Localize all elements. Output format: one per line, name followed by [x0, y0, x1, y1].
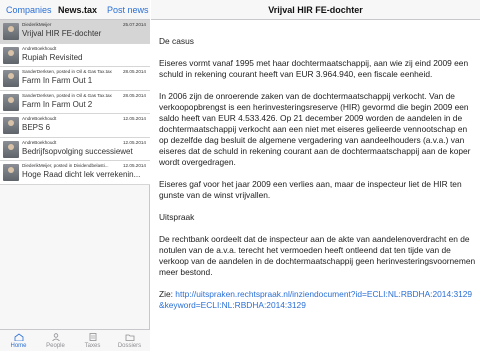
home-icon [14, 333, 23, 341]
news-list-item[interactable]: DiederikMeijer, posted in Dividendbelast… [0, 161, 150, 185]
avatar [3, 93, 19, 111]
item-author: AndreBoekhoudt [22, 139, 57, 145]
item-date: 12.05.2014 [123, 139, 146, 145]
item-author: AndreBoekhoudt [22, 45, 57, 51]
news-list: DiederikMeijer 25.07.2014 Vrijval HIR FE… [0, 20, 150, 185]
section-heading: De casus [159, 36, 194, 46]
news-list-item[interactable]: AndreBoekhoudt 12.05.2014 BEPS 6 [0, 114, 150, 138]
item-author: AndreBoekhoudt [22, 116, 57, 121]
companies-link[interactable]: Companies [6, 5, 52, 15]
tab-taxes-label: Taxes [84, 343, 101, 349]
item-author: SanderDerksen, posted in Oil & Gas Tax.t… [22, 69, 112, 74]
tab-people[interactable]: People [37, 330, 74, 351]
avatar [3, 23, 19, 40]
item-title: Bedrijfsopvolging successiewet [22, 146, 133, 156]
avatar [3, 46, 19, 64]
taxes-icon [89, 333, 96, 341]
avatar [3, 164, 19, 181]
tab-people-label: People [46, 343, 65, 349]
article-body: De casus Eiseres vormt vanaf 1995 met ha… [159, 36, 477, 322]
tab-dossiers-label: Dossiers [117, 343, 142, 349]
avatar [3, 70, 19, 87]
item-title: Rupiah Revisited [22, 52, 83, 62]
news-list-item[interactable]: SanderDerksen, posted in Oil & Gas Tax.t… [0, 67, 150, 91]
source-line: Zie: http://uitspraken.rechtspraak.nl/in… [159, 289, 477, 311]
people-icon [51, 333, 60, 341]
dossiers-icon [125, 334, 134, 341]
source-link[interactable]: http://uitspraken.rechtspraak.nl/inziend… [159, 289, 472, 310]
avatar [3, 117, 19, 134]
tab-dossiers[interactable]: Dossiers [111, 330, 148, 351]
article-pane: Vrijval HIR FE-dochter De casus Eiseres … [151, 0, 480, 351]
tab-taxes[interactable]: Taxes [74, 330, 111, 351]
item-date: 28.05.2014 [123, 92, 146, 98]
item-author: SanderDerksen, posted in Oil & Gas Tax.t… [22, 92, 112, 98]
news-tax-title[interactable]: News.tax [58, 5, 97, 15]
article-paragraph: De rechtbank oordeelt dat de inspecteur … [159, 234, 476, 277]
item-title: Farm In Farm Out 2 [22, 99, 93, 109]
item-title: Hoge Raad dicht lek verrekenin... [22, 170, 141, 179]
news-list-item[interactable]: DiederikMeijer 25.07.2014 Vrijval HIR FE… [0, 20, 150, 44]
source-prefix: Zie: [159, 289, 176, 299]
item-date: 12.05.2014 [123, 116, 146, 121]
section-heading: Uitspraak [159, 212, 195, 222]
item-author: DiederikMeijer, posted in Dividendbelast… [22, 163, 109, 168]
tab-bar: Home People Taxes Dossiers [0, 329, 150, 351]
item-date: 28.05.2014 [123, 69, 146, 74]
article-paragraph: Eiseres vormt vanaf 1995 met haar dochte… [159, 58, 469, 79]
news-list-pane: Companies News.tax Post news DiederikMei… [0, 0, 150, 351]
article-paragraph: Eiseres gaf voor het jaar 2009 een verli… [159, 179, 462, 200]
news-list-item[interactable]: AndreBoekhoudt Rupiah Revisited [0, 43, 150, 67]
post-news-link[interactable]: Post news [107, 5, 149, 15]
tab-home[interactable]: Home [0, 330, 37, 351]
news-list-item[interactable]: AndreBoekhoudt 12.05.2014 Bedrijfsopvolg… [0, 137, 150, 161]
item-author: DiederikMeijer [22, 22, 52, 27]
item-title: Vrijval HIR FE-dochter [22, 29, 102, 38]
article-paragraph: In 2006 zijn de onroerende zaken van de … [159, 91, 471, 167]
article-title: Vrijval HIR FE-dochter [151, 0, 480, 20]
avatar [3, 140, 19, 158]
tab-home-label: Home [10, 343, 27, 349]
section-switcher: Companies News.tax Post news [0, 0, 150, 20]
item-date: 12.05.2014 [123, 163, 146, 168]
item-title: BEPS 6 [22, 123, 51, 132]
item-date: 25.07.2014 [123, 22, 146, 27]
news-list-item[interactable]: SanderDerksen, posted in Oil & Gas Tax.t… [0, 90, 150, 114]
item-title: Farm In Farm Out 1 [22, 76, 93, 85]
